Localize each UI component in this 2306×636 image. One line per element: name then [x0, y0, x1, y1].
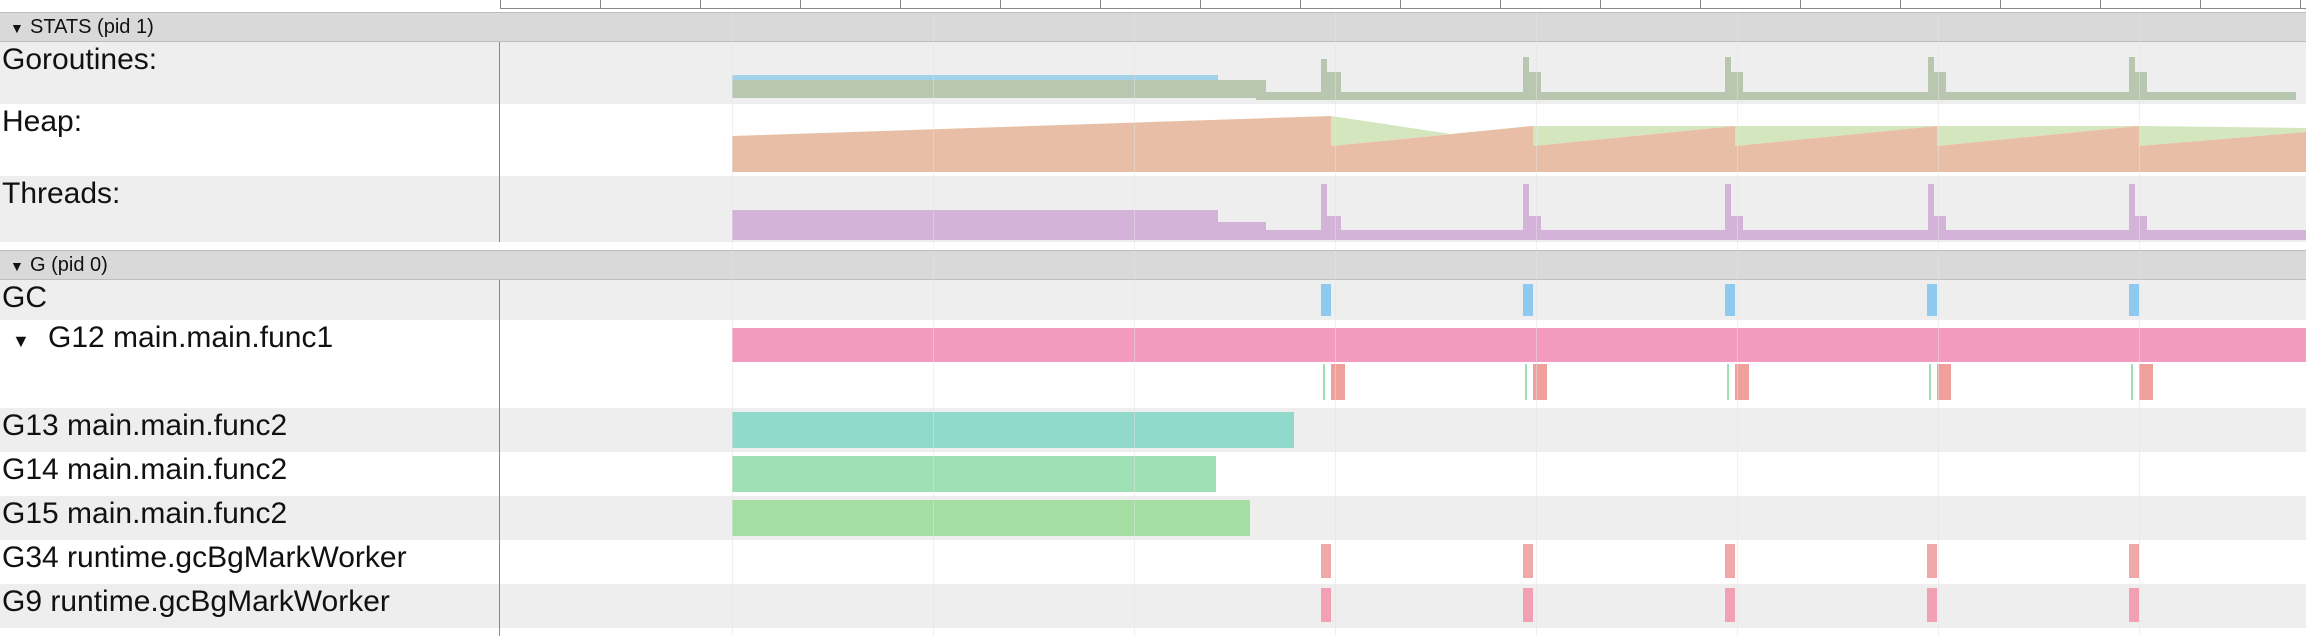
g14-slices[interactable] — [501, 452, 2306, 496]
track-label: Threads: — [0, 176, 500, 242]
g-track-g34[interactable]: G34 runtime.gcBgMarkWorker — [0, 540, 2306, 584]
process-title: G (pid 0) — [30, 254, 108, 276]
gridline — [1737, 12, 1738, 636]
ruler-tick — [1800, 0, 1801, 8]
track-label: GC — [0, 280, 500, 320]
track-label: G14 main.main.func2 — [0, 452, 500, 496]
g-track-gc[interactable]: GC — [0, 280, 2306, 320]
ruler-tick — [700, 0, 701, 8]
g-track-g12[interactable]: ▼ G12 main.main.func1 — [0, 320, 2306, 408]
track-label: G9 runtime.gcBgMarkWorker — [0, 584, 500, 628]
ruler-tick — [1900, 0, 1901, 8]
ruler-tick — [900, 0, 901, 8]
gridline — [1938, 12, 1939, 636]
stats-track-threads[interactable]: Threads: — [0, 176, 2306, 242]
goroutines-counter-chart[interactable] — [501, 42, 2306, 104]
track-label: G13 main.main.func2 — [0, 408, 500, 452]
gridline — [732, 12, 733, 636]
g12-slices[interactable] — [501, 320, 2306, 408]
gridline — [2139, 12, 2140, 636]
threads-counter-chart[interactable] — [501, 176, 2306, 242]
g-track-g15[interactable]: G15 main.main.func2 — [0, 496, 2306, 540]
ruler-tick — [2300, 0, 2301, 8]
label-column-filler — [0, 628, 500, 636]
gridline — [1335, 12, 1336, 636]
g-track-g14[interactable]: G14 main.main.func2 — [0, 452, 2306, 496]
collapse-triangle-icon[interactable]: ▼ — [10, 252, 26, 280]
process-title: STATS (pid 1) — [30, 16, 154, 38]
ruler-tick — [1200, 0, 1201, 8]
track-label: Heap: — [0, 104, 500, 176]
gridline — [933, 12, 934, 636]
process-header-g[interactable]: ▼ G (pid 0) — [0, 250, 2306, 280]
stats-track-goroutines[interactable]: Goroutines: — [0, 42, 2306, 104]
g13-slices[interactable] — [501, 408, 2306, 452]
ruler-tick — [2000, 0, 2001, 8]
track-label: Goroutines: — [0, 42, 500, 104]
gridline — [1134, 12, 1135, 636]
ruler-tick — [2100, 0, 2101, 8]
timeline-ruler[interactable] — [0, 0, 2306, 12]
track-label-container: ▼ G12 main.main.func1 — [0, 320, 500, 408]
ruler-tick — [1000, 0, 1001, 8]
ruler-tick — [1400, 0, 1401, 8]
track-label: G34 runtime.gcBgMarkWorker — [0, 540, 500, 584]
ruler-tick — [1300, 0, 1301, 8]
g-track-g13[interactable]: G13 main.main.func2 — [0, 408, 2306, 452]
ruler-tick — [500, 0, 501, 8]
stats-track-heap[interactable]: Heap: — [0, 104, 2306, 176]
heap-counter-chart[interactable] — [501, 104, 2306, 176]
ruler-tick — [600, 0, 601, 8]
ruler-tick — [1100, 0, 1101, 8]
gridline — [1536, 12, 1537, 636]
collapse-triangle-icon[interactable]: ▼ — [10, 14, 26, 42]
ruler-tick — [1700, 0, 1701, 8]
ruler-tick — [2200, 0, 2201, 8]
gc-slices[interactable] — [501, 280, 2306, 320]
ruler-tick — [1500, 0, 1501, 8]
track-label: G15 main.main.func2 — [0, 496, 500, 540]
g9-slices[interactable] — [501, 584, 2306, 628]
ruler-tick — [800, 0, 801, 8]
process-header-stats[interactable]: ▼ STATS (pid 1) — [0, 12, 2306, 42]
bottom-filler — [0, 628, 2306, 636]
expand-triangle-icon[interactable]: ▼ — [8, 323, 48, 359]
g15-slices[interactable] — [501, 496, 2306, 540]
g34-slices[interactable] — [501, 540, 2306, 584]
ruler-tick — [1600, 0, 1601, 8]
track-label: G12 main.main.func1 — [48, 321, 334, 354]
g-track-g9[interactable]: G9 runtime.gcBgMarkWorker — [0, 584, 2306, 628]
